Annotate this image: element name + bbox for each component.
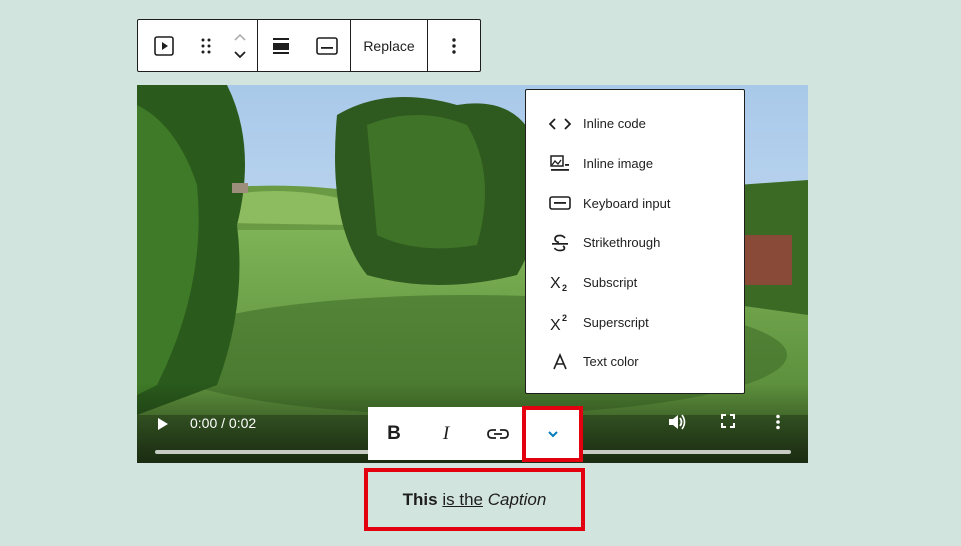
menu-item-label: Strikethrough bbox=[583, 235, 661, 251]
strikethrough-icon bbox=[548, 231, 572, 255]
replace-group: Replace bbox=[351, 20, 428, 71]
svg-text:2: 2 bbox=[562, 283, 567, 292]
video-caption[interactable]: This is the Caption bbox=[364, 468, 585, 531]
menu-item-label: Text color bbox=[583, 354, 639, 370]
volume-icon[interactable] bbox=[668, 413, 686, 436]
menu-item-inline-image[interactable]: Inline image bbox=[526, 144, 744, 184]
format-dropdown-menu: Inline code Inline image Keyboard input … bbox=[525, 89, 745, 394]
text-color-icon bbox=[548, 350, 572, 374]
video-time: 0:00 / 0:02 bbox=[190, 415, 257, 431]
replace-button[interactable]: Replace bbox=[351, 20, 427, 71]
menu-item-label: Inline image bbox=[583, 156, 654, 172]
more-options-icon[interactable] bbox=[428, 20, 480, 71]
chevron-down-icon bbox=[547, 425, 559, 443]
link-icon[interactable] bbox=[472, 407, 524, 460]
menu-item-text-color[interactable]: Text color bbox=[526, 342, 744, 382]
caption-icon[interactable] bbox=[304, 20, 350, 71]
menu-item-label: Subscript bbox=[583, 275, 638, 291]
svg-text:X: X bbox=[550, 317, 561, 332]
menu-item-superscript[interactable]: X2 Superscript bbox=[526, 302, 744, 342]
italic-button[interactable]: I bbox=[420, 407, 472, 460]
video-more-icon[interactable] bbox=[775, 414, 781, 435]
menu-item-strikethrough[interactable]: Strikethrough bbox=[526, 223, 744, 263]
play-icon[interactable] bbox=[157, 417, 169, 436]
menu-item-label: Inline code bbox=[583, 116, 646, 132]
more-formats-button[interactable] bbox=[522, 406, 583, 462]
options-group bbox=[428, 20, 480, 71]
code-icon bbox=[548, 112, 572, 136]
caption-bold-text: This bbox=[402, 489, 438, 509]
block-toolbar: Replace bbox=[137, 19, 481, 72]
inline-image-icon bbox=[548, 152, 572, 176]
video-block-icon[interactable] bbox=[138, 20, 189, 71]
menu-item-label: Keyboard input bbox=[583, 195, 671, 211]
block-mover bbox=[223, 20, 257, 71]
caption-italic-text: Caption bbox=[487, 489, 547, 509]
align-group bbox=[258, 20, 351, 71]
svg-text:X: X bbox=[550, 275, 561, 292]
svg-text:2: 2 bbox=[562, 313, 567, 323]
subscript-icon: X2 bbox=[548, 271, 572, 295]
align-icon[interactable] bbox=[258, 20, 304, 71]
menu-item-label: Superscript bbox=[583, 314, 649, 330]
bold-button[interactable]: B bbox=[368, 407, 420, 460]
caption-underlined-text: is the bbox=[442, 489, 483, 509]
menu-item-subscript[interactable]: X2 Subscript bbox=[526, 263, 744, 303]
superscript-icon: X2 bbox=[548, 310, 572, 334]
move-down-icon[interactable] bbox=[223, 46, 257, 64]
block-tools-group bbox=[138, 20, 258, 71]
menu-item-inline-code[interactable]: Inline code bbox=[526, 104, 744, 144]
keyboard-icon bbox=[548, 191, 572, 215]
fullscreen-icon[interactable] bbox=[721, 414, 735, 433]
menu-item-keyboard-input[interactable]: Keyboard input bbox=[526, 183, 744, 223]
